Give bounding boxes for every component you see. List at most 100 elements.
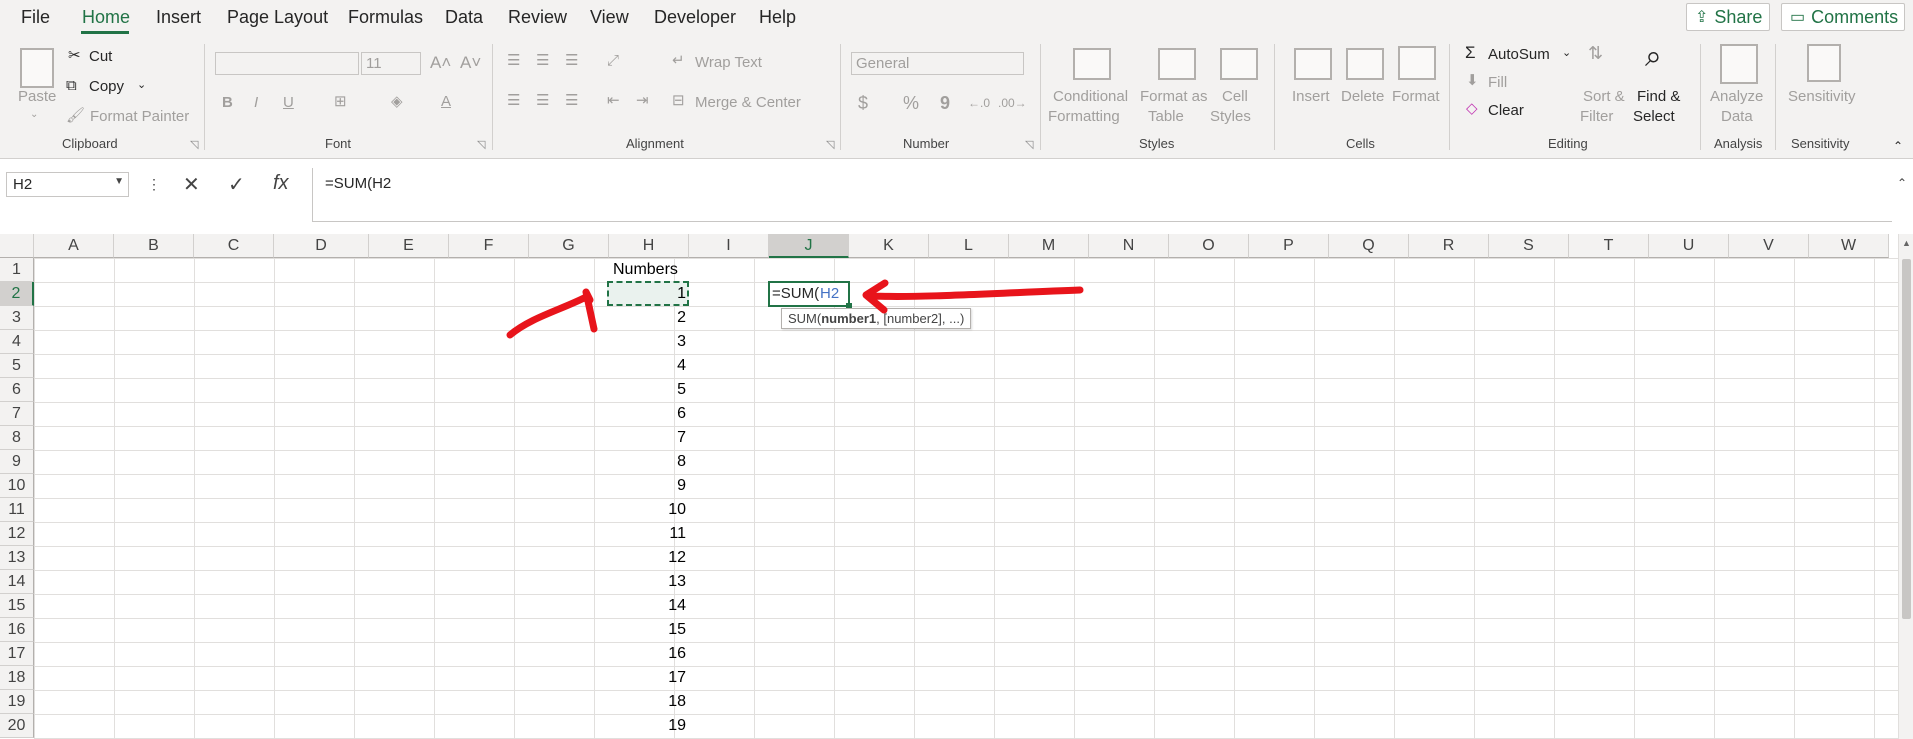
row-header-11[interactable]: 11 bbox=[0, 498, 34, 522]
active-cell-j2[interactable]: =SUM(H2 bbox=[768, 281, 850, 307]
worksheet-grid[interactable]: A B C D E F G H I J K L M N O P Q R S T U V W 1 2 3 4 5 6 7 8 9 10 11 12 13… bbox=[0, 234, 1898, 739]
cell-h20[interactable]: 19 bbox=[609, 714, 689, 738]
name-box[interactable]: H2 ▼ bbox=[6, 172, 129, 197]
cell-h10[interactable]: 9 bbox=[609, 474, 689, 498]
insert-function-icon[interactable]: fx bbox=[273, 172, 289, 195]
decrease-indent-icon[interactable]: ⇤ bbox=[607, 92, 620, 110]
percent-button[interactable]: % bbox=[903, 94, 919, 112]
tab-home[interactable]: Home bbox=[82, 7, 130, 28]
format-painter-button[interactable]: Format Painter bbox=[90, 108, 189, 126]
sort-filter-button[interactable]: Sort & bbox=[1583, 88, 1625, 106]
row-header-10[interactable]: 10 bbox=[0, 474, 34, 498]
column-header-l[interactable]: L bbox=[929, 234, 1009, 258]
clear-button[interactable]: Clear bbox=[1488, 102, 1524, 120]
italic-button[interactable]: I bbox=[254, 94, 258, 112]
tab-file[interactable]: File bbox=[21, 7, 50, 28]
tab-page-layout[interactable]: Page Layout bbox=[227, 7, 328, 28]
row-header-18[interactable]: 18 bbox=[0, 666, 34, 690]
font-size-select[interactable]: 11 bbox=[361, 52, 421, 75]
clipboard-launcher-icon[interactable]: ◹ bbox=[190, 138, 198, 151]
cell-styles-button[interactable]: Cell bbox=[1222, 88, 1248, 106]
align-left-icon[interactable]: ☰ bbox=[507, 92, 520, 110]
cell-h11[interactable]: 10 bbox=[609, 498, 689, 522]
column-header-g[interactable]: G bbox=[529, 234, 609, 258]
cell-h19[interactable]: 18 bbox=[609, 690, 689, 714]
function-tooltip[interactable]: SUM(number1, [number2], ...) bbox=[781, 308, 972, 329]
column-header-n[interactable]: N bbox=[1089, 234, 1169, 258]
font-name-select[interactable] bbox=[215, 52, 359, 75]
cell-h17[interactable]: 16 bbox=[609, 642, 689, 666]
row-header-12[interactable]: 12 bbox=[0, 522, 34, 546]
cell-h8[interactable]: 7 bbox=[609, 426, 689, 450]
formula-input[interactable]: =SUM(H2 bbox=[312, 168, 1892, 222]
row-header-9[interactable]: 9 bbox=[0, 450, 34, 474]
copy-button[interactable]: Copy bbox=[89, 78, 124, 96]
cell-h2[interactable]: 1 bbox=[609, 282, 689, 306]
row-header-15[interactable]: 15 bbox=[0, 594, 34, 618]
align-center-icon[interactable]: ☰ bbox=[536, 92, 549, 110]
row-header-2[interactable]: 2 bbox=[0, 282, 34, 306]
scrollbar-thumb[interactable] bbox=[1902, 259, 1911, 619]
cell-h5[interactable]: 4 bbox=[609, 354, 689, 378]
row-header-19[interactable]: 19 bbox=[0, 690, 34, 714]
merge-center-button[interactable]: Merge & Center bbox=[695, 94, 801, 112]
font-launcher-icon[interactable]: ◹ bbox=[477, 138, 485, 151]
wrap-text-button[interactable]: Wrap Text bbox=[695, 54, 762, 72]
cell-h12[interactable]: 11 bbox=[609, 522, 689, 546]
number-launcher-icon[interactable]: ◹ bbox=[1025, 138, 1033, 151]
column-header-b[interactable]: B bbox=[114, 234, 194, 258]
scroll-up-icon[interactable]: ▲ bbox=[1902, 238, 1911, 248]
align-middle-icon[interactable]: ☰ bbox=[536, 52, 549, 70]
collapse-ribbon-icon[interactable]: ⌃ bbox=[1893, 137, 1903, 155]
column-header-k[interactable]: K bbox=[849, 234, 929, 258]
column-header-r[interactable]: R bbox=[1409, 234, 1489, 258]
cell-h13[interactable]: 12 bbox=[609, 546, 689, 570]
format-cells-button[interactable]: Format bbox=[1392, 88, 1440, 106]
column-header-h[interactable]: H bbox=[609, 234, 689, 258]
cell-h18[interactable]: 17 bbox=[609, 666, 689, 690]
share-button[interactable]: ⇪ Share bbox=[1686, 3, 1770, 31]
column-header-u[interactable]: U bbox=[1649, 234, 1729, 258]
paste-button[interactable]: Paste bbox=[18, 88, 56, 106]
name-box-dropdown-icon[interactable]: ▼ bbox=[114, 176, 124, 187]
tab-data[interactable]: Data bbox=[445, 7, 483, 28]
row-header-8[interactable]: 8 bbox=[0, 426, 34, 450]
find-select-button[interactable]: Find & bbox=[1637, 88, 1680, 106]
tab-insert[interactable]: Insert bbox=[156, 7, 201, 28]
increase-indent-icon[interactable]: ⇥ bbox=[636, 92, 649, 110]
borders-icon[interactable]: ⊞ bbox=[334, 93, 347, 111]
cell-h14[interactable]: 13 bbox=[609, 570, 689, 594]
row-header-1[interactable]: 1 bbox=[0, 258, 34, 282]
column-header-o[interactable]: O bbox=[1169, 234, 1249, 258]
tab-view[interactable]: View bbox=[590, 7, 629, 28]
analyze-data-button[interactable]: Analyze bbox=[1710, 88, 1763, 106]
row-header-14[interactable]: 14 bbox=[0, 570, 34, 594]
row-header-20[interactable]: 20 bbox=[0, 714, 34, 738]
column-header-i[interactable]: I bbox=[689, 234, 769, 258]
bold-button[interactable]: B bbox=[222, 94, 233, 112]
column-header-d[interactable]: D bbox=[274, 234, 369, 258]
format-as-table-button[interactable]: Format as bbox=[1140, 88, 1208, 106]
column-header-a[interactable]: A bbox=[34, 234, 114, 258]
cell-h1[interactable]: Numbers bbox=[610, 258, 681, 282]
fill-button[interactable]: Fill bbox=[1488, 74, 1507, 92]
orientation-icon[interactable]: ⤢ bbox=[607, 52, 619, 70]
tab-developer[interactable]: Developer bbox=[654, 7, 736, 28]
cell-h15[interactable]: 14 bbox=[609, 594, 689, 618]
decrease-decimal-icon[interactable]: .00→ bbox=[998, 94, 1027, 112]
row-header-13[interactable]: 13 bbox=[0, 546, 34, 570]
cell-h9[interactable]: 8 bbox=[609, 450, 689, 474]
align-top-icon[interactable]: ☰ bbox=[507, 52, 520, 70]
tab-help[interactable]: Help bbox=[759, 7, 796, 28]
tab-formulas[interactable]: Formulas bbox=[348, 7, 423, 28]
increase-font-icon[interactable]: A˄ bbox=[430, 54, 451, 72]
row-header-6[interactable]: 6 bbox=[0, 378, 34, 402]
enter-icon[interactable]: ✓ bbox=[228, 172, 245, 197]
delete-cells-button[interactable]: Delete bbox=[1341, 88, 1384, 106]
align-bottom-icon[interactable]: ☰ bbox=[565, 52, 578, 70]
column-header-j[interactable]: J bbox=[769, 234, 849, 258]
tab-review[interactable]: Review bbox=[508, 7, 567, 28]
insert-cells-button[interactable]: Insert bbox=[1292, 88, 1330, 106]
cell-grid[interactable] bbox=[34, 258, 1898, 739]
autosum-dropdown-icon[interactable]: ⌄ bbox=[1562, 44, 1571, 62]
